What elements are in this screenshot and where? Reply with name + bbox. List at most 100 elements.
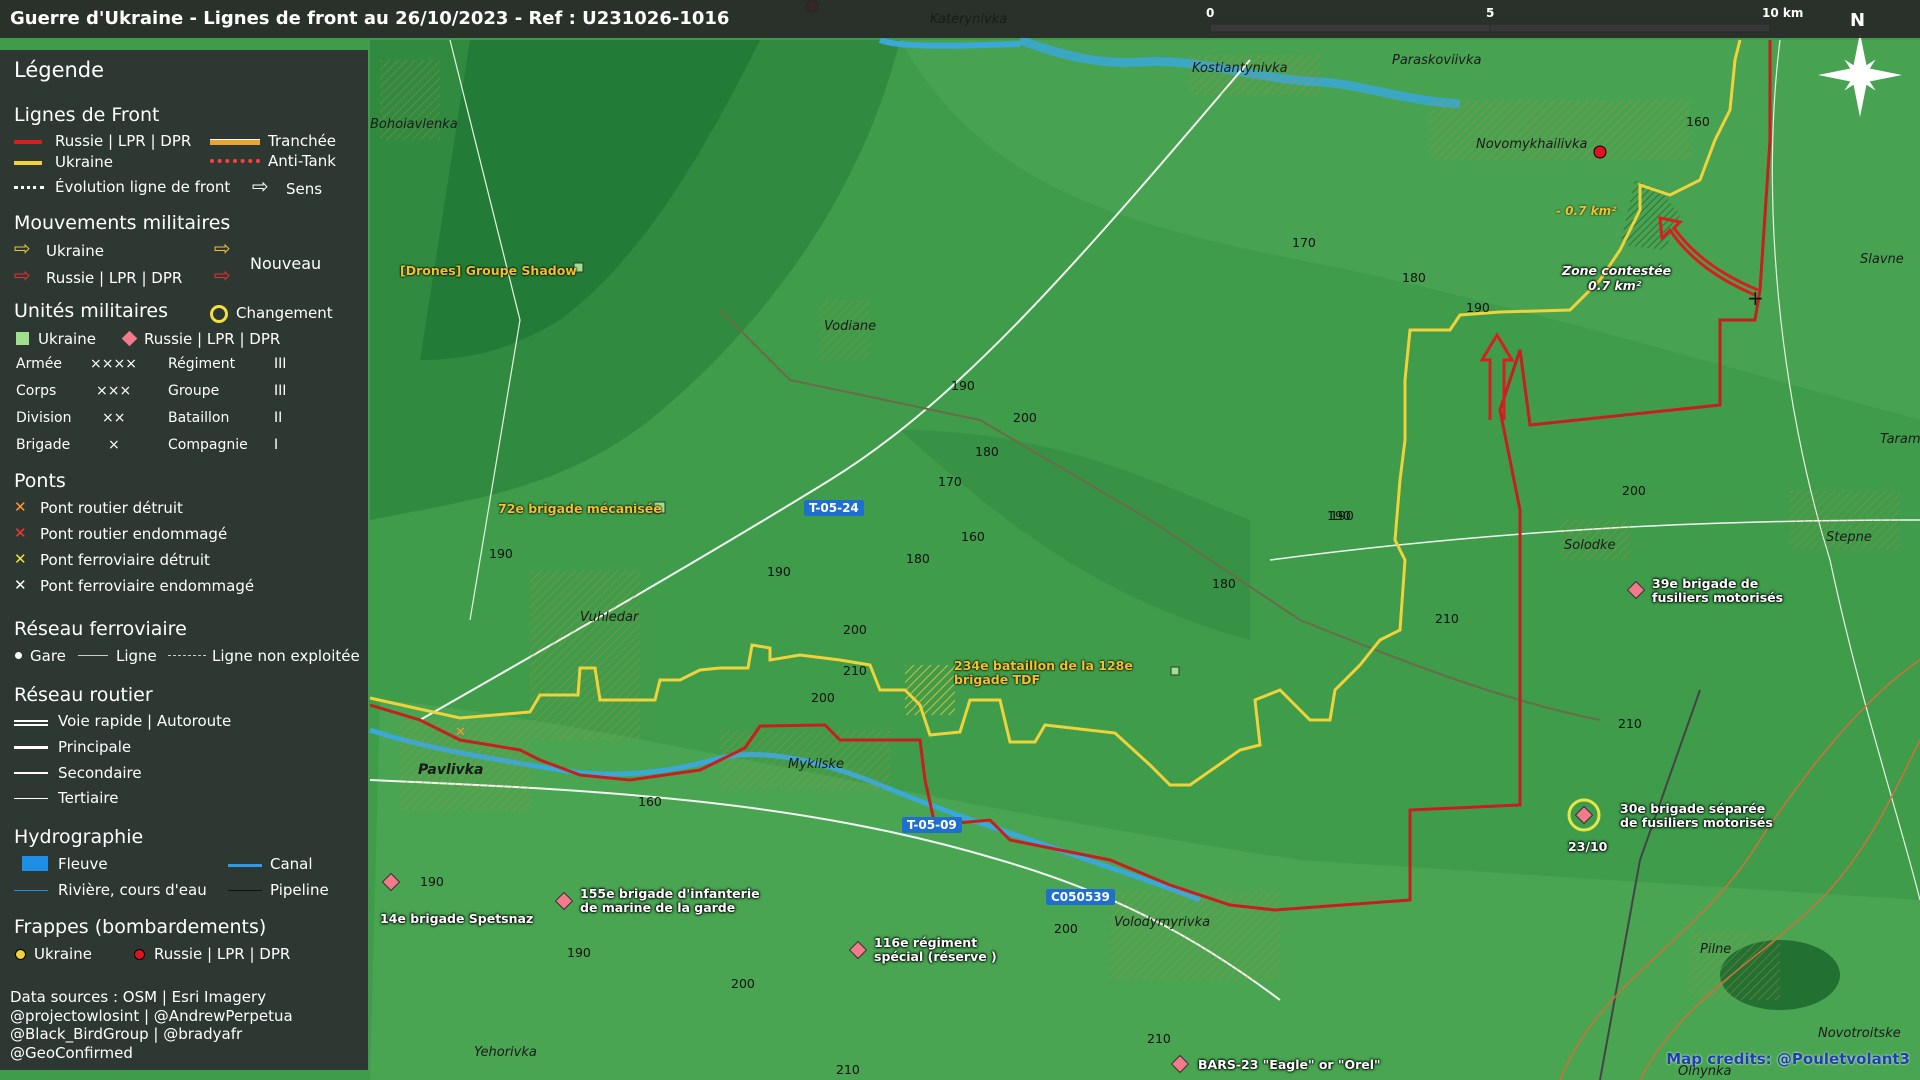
new-russia-arrow-icon: ⇨ <box>214 263 231 287</box>
scale-label-0: 0 <box>1206 6 1215 20</box>
swatch-evolution <box>14 186 44 189</box>
legend-road-main: Principale <box>58 738 132 756</box>
elev-label: 200 <box>1622 483 1646 498</box>
elev-label: 210 <box>1618 716 1642 731</box>
bridge-road-damaged-icon: ✕ <box>14 524 27 542</box>
place-volodymyrivka: Volodymyrivka <box>1114 915 1211 930</box>
elev-label: 210 <box>843 663 867 678</box>
swatch-russia-line <box>14 140 42 144</box>
elev-label: 210 <box>836 1062 860 1077</box>
canal-swatch <box>228 864 262 867</box>
cross-marker-icon: + <box>1747 286 1764 310</box>
swatch-ukraine-line <box>14 161 42 165</box>
legend-echelon-a: Armée <box>16 356 62 372</box>
place-pilne: Pilne <box>1700 942 1732 957</box>
elev-label: 180 <box>975 444 999 459</box>
rail-line-swatch <box>78 655 108 656</box>
unit-ukraine-234-marker[interactable] <box>1170 666 1180 676</box>
unit-label-39-brigade[interactable]: 39e brigade de fusiliers motorisés <box>1652 577 1802 605</box>
unit-label-155-brigade[interactable]: 155e brigade d'infanterie de marine de l… <box>580 887 760 915</box>
elev-label: 170 <box>1292 235 1316 250</box>
elev-label: 190 <box>1330 508 1354 523</box>
road-label-t0524: T-05-24 <box>804 500 864 516</box>
legend-front-direction: Sens <box>286 180 323 198</box>
unit-label-30-date: 23/10 <box>1568 839 1608 854</box>
station-icon <box>15 652 22 659</box>
scale-label-5: 5 <box>1486 6 1495 20</box>
place-vodiane: Vodiane <box>824 319 877 334</box>
river-swatch <box>22 856 48 871</box>
legend-hydro-river: Fleuve <box>58 855 108 873</box>
unit-label-14-spetsnaz[interactable]: 14e brigade Spetsnaz <box>380 911 533 926</box>
elev-label: 200 <box>811 690 835 705</box>
russia-unit-icon <box>121 330 138 347</box>
legend-road-highway: Voie rapide | Autoroute <box>58 712 232 730</box>
bridge-destroyed-icon: ✕ <box>455 725 466 740</box>
legend-echelon-b: Groupe <box>168 383 220 399</box>
road-label-t0509: T-05-09 <box>902 817 962 833</box>
legend-front-ukraine: Ukraine <box>55 153 113 171</box>
move-russia-arrow-icon: ⇨ <box>14 263 31 287</box>
road-highway-swatch <box>14 720 48 726</box>
road-tertiary-swatch <box>14 798 48 799</box>
legend-echelon-b-symbol: III <box>274 356 287 372</box>
zone-contested-label: Zone contestée <box>1562 263 1672 278</box>
town-pilne <box>1690 930 1780 1000</box>
elev-label: 170 <box>938 474 962 489</box>
rail-unused-swatch <box>168 655 206 656</box>
north-label: N <box>1850 10 1866 31</box>
data-sources: Data sources : OSM | Esri Imagery @proje… <box>10 988 293 1062</box>
elev-label: 200 <box>731 976 755 991</box>
place-mykilske: Mykilske <box>788 757 844 772</box>
legend-hydro-stream: Rivière, cours d'eau <box>58 881 207 899</box>
place-slavne: Slavne <box>1860 252 1904 267</box>
elev-label: 200 <box>1013 410 1037 425</box>
legend-moves-heading: Mouvements militaires <box>14 212 231 234</box>
place-bohoiavlenka: Bohoiavlenka <box>370 117 458 132</box>
source-line: @Black_BirdGroup | @bradyafr <box>10 1025 243 1043</box>
legend-rail-line: Ligne <box>116 647 157 665</box>
elev-label: 180 <box>1212 576 1236 591</box>
legend-hydro-canal: Canal <box>270 855 313 873</box>
zone-tdf <box>905 665 955 715</box>
move-ukraine-arrow-icon: ⇨ <box>14 236 31 260</box>
elev-label: 180 <box>1402 270 1426 285</box>
legend-moves-ukraine: Ukraine <box>46 242 104 260</box>
unit-label-30-brigade[interactable]: 30e brigade séparée de fusiliers motoris… <box>1620 802 1780 830</box>
new-ukraine-arrow-icon: ⇨ <box>214 236 231 260</box>
legend-hydro-pipeline: Pipeline <box>270 881 329 899</box>
unit-label-116-regiment[interactable]: 116e régiment spécial (réserve ) <box>874 936 1014 964</box>
legend-echelon-a-symbol: ××× <box>96 383 132 399</box>
legend-bridge-road-destroyed: Pont routier détruit <box>40 499 183 517</box>
elev-label: 190 <box>767 564 791 579</box>
elev-label: 160 <box>961 529 985 544</box>
bridge-rail-destroyed-icon: ✕ <box>14 550 27 568</box>
swatch-trench <box>210 139 260 145</box>
place-stepne: Stepne <box>1826 530 1872 545</box>
bridge-rail-damaged-icon: ✕ <box>14 576 27 594</box>
town-volodymyrivka <box>1110 890 1280 980</box>
elev-label: 210 <box>1147 1031 1171 1046</box>
strike-ukraine-icon <box>15 949 26 960</box>
legend-units-change: Changement <box>236 304 333 322</box>
legend-rail-station: Gare <box>30 647 66 665</box>
legend-echelon-b-symbol: I <box>274 437 279 453</box>
unit-label-bars23[interactable]: BARS-23 "Eagle" or "Orel" <box>1198 1057 1381 1072</box>
unit-label-72-brigade[interactable]: 72e brigade mécanisée <box>498 501 662 516</box>
legend-units-heading: Unités militaires <box>14 300 169 322</box>
unit-label-drones-shadow[interactable]: [Drones] Groupe Shadow <box>400 263 577 278</box>
elev-label: 210 <box>1435 611 1459 626</box>
legend-bridges-heading: Ponts <box>14 470 66 492</box>
elev-label: 190 <box>420 874 444 889</box>
legend-road-tertiary: Tertiaire <box>58 789 119 807</box>
legend-road-secondary: Secondaire <box>58 764 142 782</box>
legend-front-trench: Tranchée <box>268 132 337 150</box>
unit-label-234-battalion[interactable]: 234e bataillon de la 128e brigade TDF <box>954 659 1164 687</box>
legend-front-heading: Lignes de Front <box>14 104 160 126</box>
legend-panel: Légende Lignes de Front Russie | LPR | D… <box>0 50 368 1070</box>
elev-label: 190 <box>1466 300 1490 315</box>
legend-units-ukraine: Ukraine <box>38 330 96 348</box>
bridge-road-destroyed-icon: ✕ <box>14 498 27 516</box>
legend-echelon-a-symbol: ×××× <box>90 356 137 372</box>
legend-front-russia: Russie | LPR | DPR <box>55 132 192 150</box>
